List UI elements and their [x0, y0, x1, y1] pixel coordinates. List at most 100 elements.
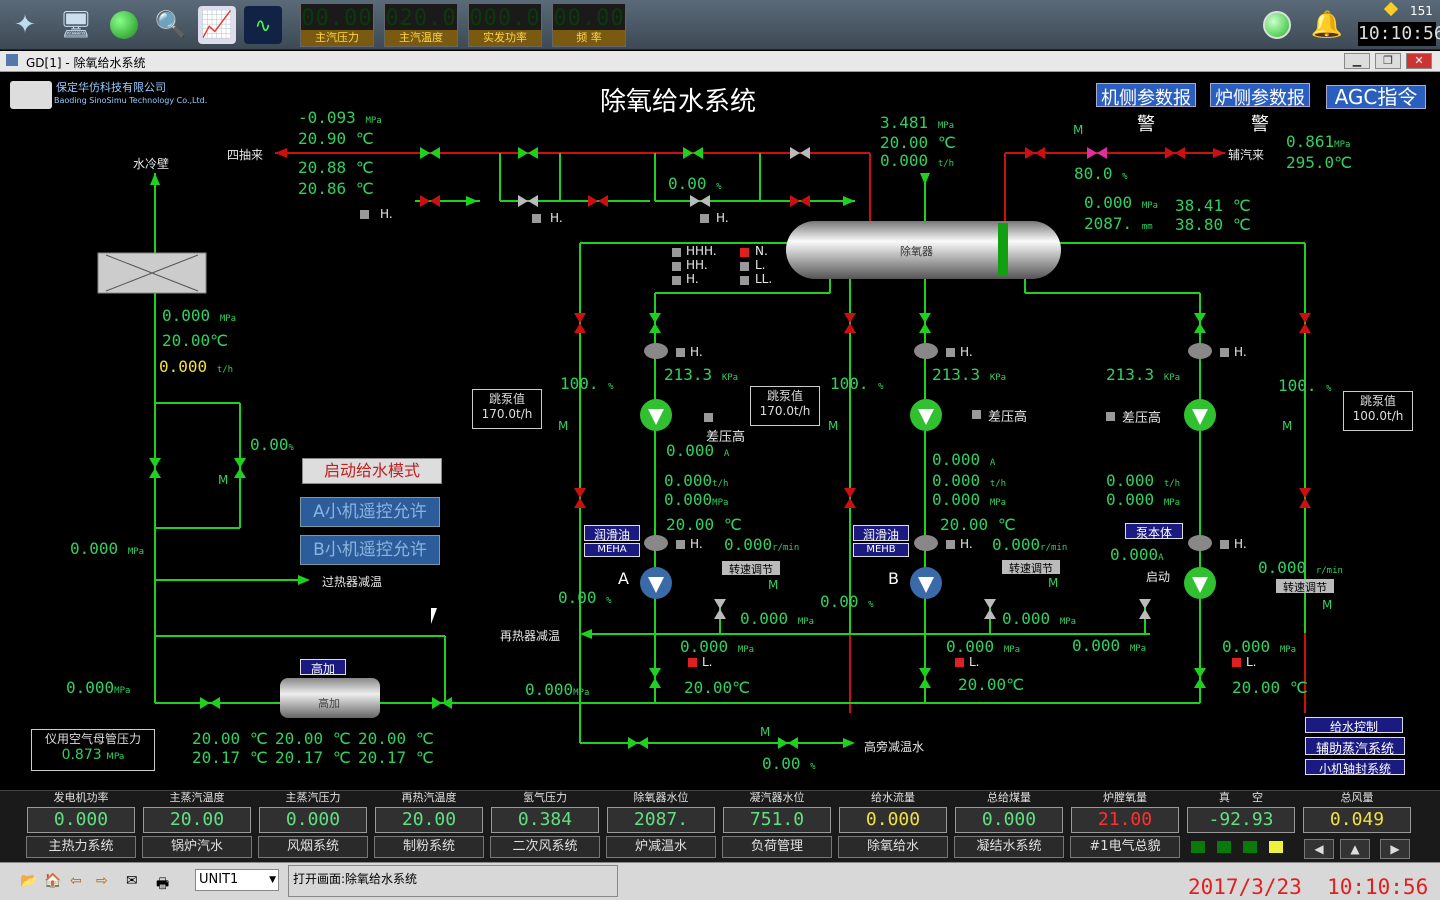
pA-meha: MEHA [584, 543, 640, 557]
bottom-button[interactable]: 负荷管理 [722, 836, 832, 858]
nav-up-icon[interactable]: ▲ [1340, 839, 1370, 859]
computer-icon[interactable]: 🖥 [57, 6, 95, 44]
pA-dp: 0.000 MPa [680, 637, 755, 656]
pC-speed-ctrl[interactable]: 转速调节 [1276, 579, 1334, 594]
bottom-value: 20.00 [143, 807, 251, 833]
pB-amp: 0.000 A [932, 450, 996, 469]
pB-speed-ctrl[interactable]: 转速调节 [1002, 560, 1060, 575]
bottom-value: 20.00 [375, 807, 483, 833]
lcd-actual-power: 000.0 实发功率 [468, 3, 542, 47]
temp-1: 20.88 ℃ [298, 158, 374, 177]
bottom-button[interactable]: #1电气总貌 [1070, 836, 1180, 858]
logo-icon[interactable]: ✦ [6, 6, 44, 44]
status-green-icon[interactable] [1258, 6, 1296, 44]
pA-out: 0.000 MPa [740, 609, 815, 628]
machine-alarm-button[interactable]: 机侧参数报警 [1096, 83, 1196, 135]
hx-t2-0: 20.17 ℃ [192, 748, 268, 767]
bottom-button[interactable]: 主热力系统 [26, 836, 136, 858]
pC-mpa: 0.000 MPa [1106, 490, 1181, 509]
label-gaopang: 高旁减温水 [864, 740, 925, 754]
bottom-col: 总风量 0.049 ◀ ▲ ▶ [1300, 791, 1414, 863]
bypass-pct: 0.00% [250, 435, 294, 454]
pump-body-label: 泵本体 [1125, 523, 1183, 540]
nav-right-icon[interactable]: ▶ [1380, 839, 1410, 859]
pA-pct: 100. % [560, 374, 614, 393]
mail-icon[interactable]: ✉ [126, 873, 138, 889]
lcd-main-steam-temp: 020.0 主汽温度 [384, 3, 458, 47]
trend-chart-icon[interactable]: 📈 [198, 6, 236, 44]
home-icon[interactable]: 🏠 [44, 873, 61, 889]
company-logo [10, 81, 52, 109]
shaft-seal-button[interactable]: 小机轴封系统 [1305, 759, 1405, 776]
bottom-button[interactable]: 凝结水系统 [954, 836, 1064, 858]
mid-valve-pct: 0.00 % [668, 174, 722, 193]
status-bar: 📂 🏠 ⇦ ⇨ ✉ 🖶 UNIT1 ▼ 打开画面:除氧给水系统 2017/3/23… [0, 862, 1440, 900]
unit-select[interactable]: UNIT1 ▼ [195, 869, 279, 891]
bottom-button[interactable]: 风烟系统 [258, 836, 368, 858]
pA-amp: 0.000 A [666, 441, 730, 460]
b-remote-button[interactable]: B小机遥控允许 [300, 535, 440, 565]
label-fuqi: 辅汽来 [1228, 148, 1265, 162]
pC-dp: 0.000 MPa [1222, 637, 1297, 656]
pB-mpa: 0.000 MPa [932, 490, 1007, 509]
hx-t2-2: 20.17 ℃ [358, 748, 434, 767]
green-ball-icon[interactable] [105, 6, 143, 44]
pB-dp: 0.000 MPa [946, 637, 1021, 656]
minimize-button[interactable]: ▁ [1344, 53, 1370, 69]
deaerator-pressure-2: 0.000 MPa [1084, 193, 1159, 212]
arrow-up-shuileng [150, 173, 160, 185]
bottom-summary-bar: 发电机功率 0.000 主热力系统 主蒸汽温度 20.00 锅炉汽水 主蒸汽压力 0.00… [0, 790, 1440, 862]
agc-button[interactable]: AGC指令 [1326, 85, 1426, 109]
pB-rpm: 0.000r/min [992, 535, 1068, 554]
label-shuileng: 水冷壁 [133, 157, 170, 171]
window-titlebar: GD[1] - 除氧给水系统 ▁ ❐ ✕ [0, 51, 1440, 72]
search-doc-icon[interactable]: 🔍 [152, 6, 190, 44]
pump-a-label: A [618, 569, 629, 588]
bottom-col: 再热汽温度 20.00 制粉系统 [372, 791, 486, 863]
bottom-button[interactable]: 锅炉汽水 [142, 836, 252, 858]
page-title: 除氧给水系统 [600, 87, 757, 117]
pC-trip-box: 跳泵值 100.0t/h [1343, 391, 1413, 431]
back-icon[interactable]: ⇦ [70, 873, 82, 889]
cooler [97, 252, 207, 294]
bottom-button[interactable]: 二次风系统 [490, 836, 600, 858]
window-icon [6, 54, 18, 66]
pA-trip-box: 跳泵值 170.0t/h [472, 389, 542, 429]
bottom-value: 21.00 [1071, 807, 1179, 833]
bottom-button[interactable]: 制粉系统 [374, 836, 484, 858]
pB-mehb: MEHB [853, 543, 909, 557]
label-sichou: 四抽来 [227, 148, 264, 162]
open-folder-icon[interactable]: 📂 [20, 873, 37, 889]
start-feed-mode-button[interactable]: 启动给水模式 [302, 458, 442, 484]
pA-rpm: 0.000r/min [724, 535, 800, 554]
pA-rec: 0.00 % [558, 588, 612, 607]
bell-icon[interactable]: 🔔 [1308, 6, 1346, 44]
bottom-col: 氢气压力 0.384 二次风系统 [488, 791, 602, 863]
a-remote-button[interactable]: A小机遥控允许 [300, 497, 440, 527]
pB-flow: 0.000 t/h [932, 471, 1007, 490]
bottom-button[interactable]: 炉减温水 [606, 836, 716, 858]
top-toolbar: ✦ 🖥 🔍 📈 ∿ 00.00 主汽压力 020.0 主汽温度 000.0 实发功率 … [0, 0, 1440, 50]
pump-b-label: B [888, 569, 899, 588]
magenta-valve [1087, 147, 1107, 159]
forward-icon[interactable]: ⇨ [96, 873, 108, 889]
feedwater-control-button[interactable]: 给水控制 [1305, 717, 1403, 734]
pB-lube: 润滑油 [853, 525, 909, 542]
close-button[interactable]: ✕ [1406, 53, 1432, 69]
pB-trip-box: 跳泵值 170.0t/h [750, 386, 820, 426]
aux-steam-button[interactable]: 辅助蒸汽系统 [1305, 737, 1405, 757]
bottom-value: -92.93 [1187, 807, 1295, 833]
label-deaerator: 除氧器 [900, 245, 933, 258]
pA-speed-ctrl[interactable]: 转速调节 [722, 561, 780, 576]
boiler-alarm-button[interactable]: 炉侧参数报警 [1210, 83, 1310, 135]
wave-monitor-icon[interactable]: ∿ [244, 6, 282, 44]
bottom-col: 给水流量 0.000 除氧给水 [836, 791, 950, 863]
print-icon[interactable]: 🖶 [156, 873, 169, 897]
restore-button[interactable]: ❐ [1375, 53, 1401, 69]
arrow-deaerator-in [920, 173, 930, 185]
bottom-value: 0.049 [1303, 807, 1411, 833]
fuqi-pressure: 0.861MPa [1286, 132, 1351, 151]
arrow-zaireqi [580, 629, 592, 639]
bottom-button[interactable]: 除氧给水 [838, 836, 948, 858]
nav-left-icon[interactable]: ◀ [1304, 839, 1334, 859]
